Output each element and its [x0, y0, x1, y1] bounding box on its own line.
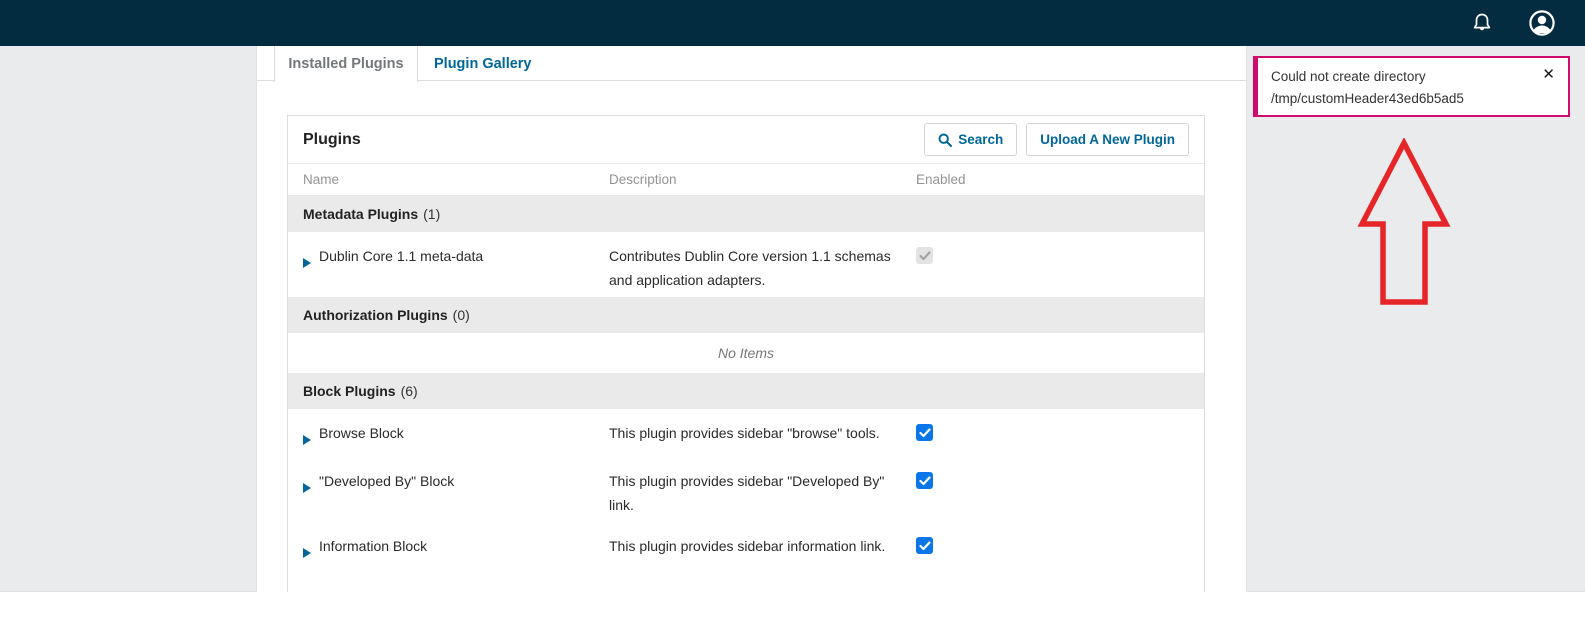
- upload-button-label: Upload A New Plugin: [1040, 132, 1175, 147]
- expand-arrow-icon[interactable]: [303, 251, 311, 275]
- search-button-label: Search: [958, 132, 1004, 147]
- bottom-band: [0, 592, 1585, 617]
- empty-row-label: No Items: [717, 345, 774, 361]
- left-sidebar-area: [0, 46, 257, 592]
- plugin-name-cell: Browse Block: [288, 421, 609, 452]
- plugin-name: Browse Block: [319, 425, 404, 441]
- plugin-description: Contributes Dublin Core version 1.1 sche…: [609, 248, 891, 288]
- plugin-row: Browse Block This plugin provides sidebar…: [288, 409, 1204, 457]
- enabled-checkbox: [916, 247, 933, 264]
- plugin-name-cell: Dublin Core 1.1 meta-data: [288, 244, 609, 292]
- enabled-checkbox[interactable]: [916, 537, 933, 554]
- tab-plugin-gallery[interactable]: Plugin Gallery: [418, 46, 548, 82]
- section-count: (1): [423, 206, 441, 222]
- plugin-name-cell: Information Block: [288, 534, 609, 565]
- expand-arrow-icon[interactable]: [303, 428, 311, 452]
- section-title: Block Plugins: [303, 383, 396, 399]
- enabled-checkbox[interactable]: [916, 472, 933, 489]
- plugins-panel: Plugins Search Upload A New Plugin Name …: [287, 115, 1205, 592]
- right-background-area: [1246, 46, 1585, 592]
- plugin-row: Dublin Core 1.1 meta-data Contributes Dub…: [288, 232, 1204, 297]
- plugin-enabled-cell: [916, 244, 1204, 292]
- plugin-row: "Developed By" Block This plugin provides…: [288, 457, 1204, 522]
- section-header: Authorization Plugins (0): [288, 297, 1204, 333]
- panel-header: Plugins Search Upload A New Plugin: [288, 116, 1204, 164]
- user-avatar-icon[interactable]: [1527, 8, 1557, 38]
- search-button[interactable]: Search: [924, 123, 1018, 156]
- plugin-name: "Developed By" Block: [319, 473, 455, 489]
- plugin-description: This plugin provides sidebar information…: [609, 538, 886, 554]
- plugin-name-cell: "Developed By" Block: [288, 469, 609, 517]
- plugin-description: This plugin provides sidebar "browse" to…: [609, 425, 880, 441]
- close-icon[interactable]: ✕: [1542, 67, 1555, 82]
- panel-title: Plugins: [303, 130, 361, 148]
- error-notification: Could not create directory /tmp/customHe…: [1253, 56, 1570, 117]
- red-arrow-annotation: [1352, 137, 1456, 313]
- screen: Installed Plugins Plugin Gallery Plugins…: [0, 0, 1585, 617]
- section-count: (0): [452, 307, 470, 323]
- tab-label: Plugin Gallery: [434, 56, 532, 72]
- enabled-checkbox[interactable]: [916, 424, 933, 441]
- plugin-name: Information Block: [319, 538, 428, 554]
- section-count: (6): [400, 383, 418, 399]
- plugin-name: Dublin Core 1.1 meta-data: [319, 248, 484, 264]
- section-title: Metadata Plugins: [303, 206, 419, 222]
- plugin-row: Information Block This plugin provides si…: [288, 522, 1204, 570]
- notification-message: Could not create directory /tmp/customHe…: [1271, 69, 1464, 106]
- search-icon: [938, 133, 953, 147]
- plugin-enabled-cell: [916, 469, 1204, 517]
- column-header-enabled: Enabled: [916, 172, 966, 187]
- tab-label: Installed Plugins: [288, 56, 404, 72]
- expand-arrow-icon[interactable]: [303, 541, 311, 565]
- plugin-sections: Metadata Plugins (1) Dublin Core 1.1 meta-…: [288, 196, 1204, 570]
- section-title: Authorization Plugins: [303, 307, 448, 323]
- expand-arrow-icon[interactable]: [303, 476, 311, 500]
- tab-installed-plugins[interactable]: Installed Plugins: [274, 46, 418, 82]
- plugin-enabled-cell: [916, 421, 1204, 452]
- section-header: Block Plugins (6): [288, 373, 1204, 409]
- upload-new-plugin-button[interactable]: Upload A New Plugin: [1026, 123, 1189, 156]
- plugin-enabled-cell: [916, 534, 1204, 565]
- section-header: Metadata Plugins (1): [288, 196, 1204, 232]
- notification-bell-icon[interactable]: [1467, 8, 1497, 38]
- table-header-row: Name Description Enabled: [288, 164, 1204, 196]
- plugin-description: This plugin provides sidebar "Developed …: [609, 473, 885, 513]
- top-navbar: [0, 0, 1585, 46]
- column-header-name: Name: [303, 172, 340, 187]
- column-header-description: Description: [609, 172, 677, 187]
